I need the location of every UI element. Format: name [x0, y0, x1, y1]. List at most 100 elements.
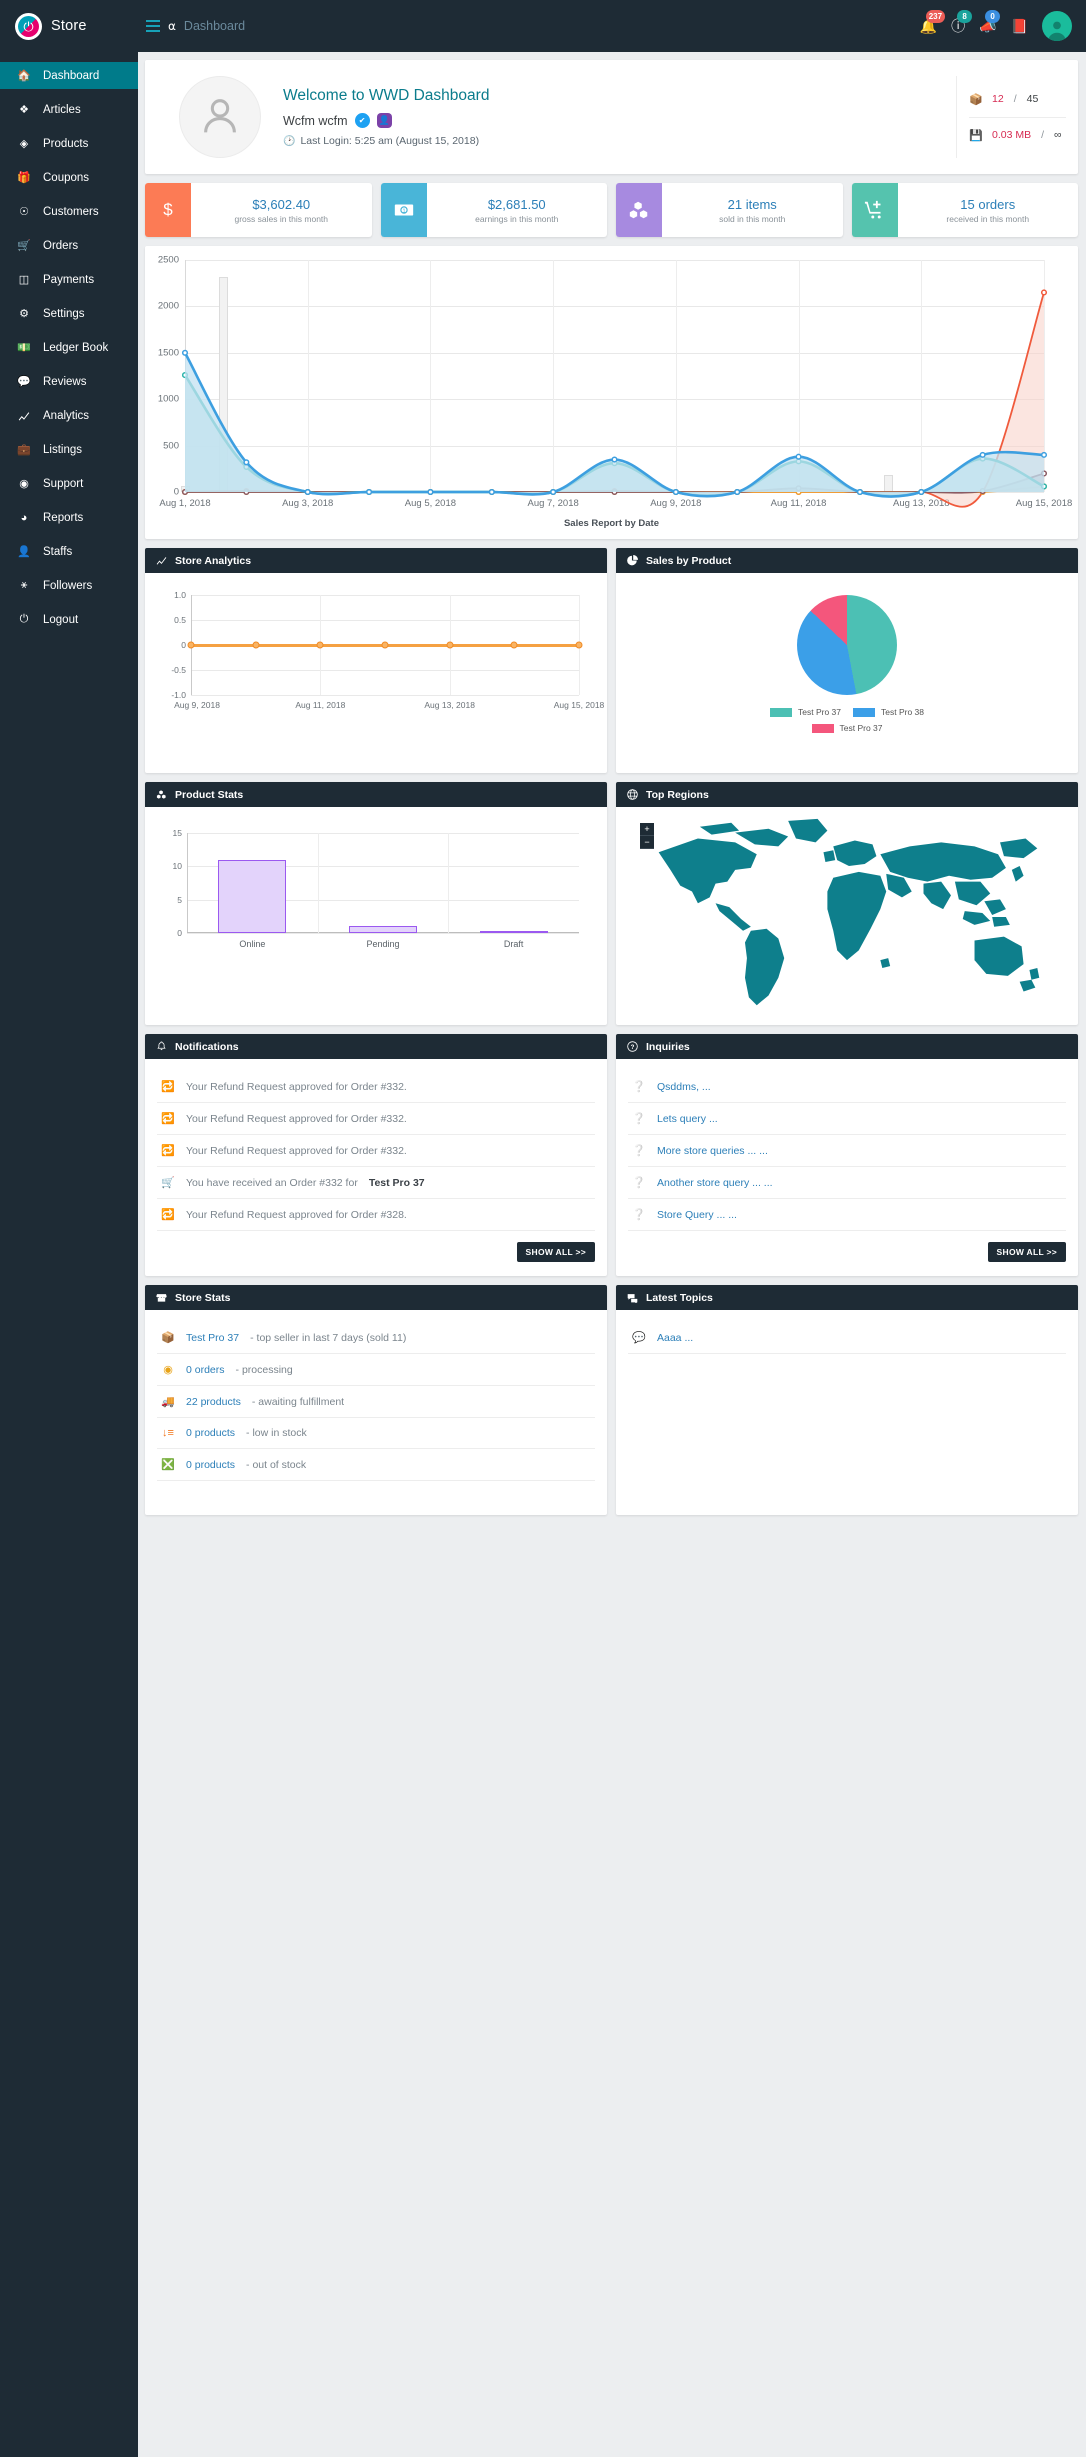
sidebar-label: Ledger Book: [43, 341, 109, 354]
refund-icon: 🔁: [161, 1145, 175, 1157]
sidebar-item-logout[interactable]: ⏻ Logout: [0, 606, 138, 633]
stat-link[interactable]: 22 products: [186, 1396, 241, 1408]
notification-text: You have received an Order #332 for: [186, 1176, 358, 1189]
sidebar-label: Listings: [43, 443, 82, 456]
stat-value: 15 orders: [960, 196, 1016, 212]
sidebar-item-support[interactable]: ◉ Support: [0, 470, 138, 497]
x-axis-tick: Online: [239, 939, 266, 949]
map-zoom-out-button[interactable]: −: [640, 836, 654, 849]
list-item[interactable]: ❎ 0 products - out of stock: [157, 1449, 595, 1481]
notifications-show-all-button[interactable]: SHOW ALL >>: [516, 1242, 595, 1262]
list-item[interactable]: ❔ Qsddms, ...: [628, 1071, 1066, 1103]
sales-report-chart[interactable]: 0 500 1000 1500 2000 2500 Aug 1, 2018 Aug 3, 20…: [158, 255, 1072, 510]
notification-product: Test Pro 37: [368, 1176, 425, 1189]
sidebar-item-payments[interactable]: ◫ Payments: [0, 266, 138, 293]
list-item[interactable]: ↓≡ 0 products - low in stock: [157, 1418, 595, 1449]
sidebar-label: Coupons: [43, 171, 90, 184]
sidebar-item-ledger-book[interactable]: 💵 Ledger Book: [0, 334, 138, 361]
panel-title: Sales by Product: [646, 554, 732, 567]
y-axis-tick: -1.0: [171, 690, 186, 700]
sidebar-item-products[interactable]: ◈ Products: [0, 130, 138, 157]
sales-by-product-pie[interactable]: [797, 595, 897, 695]
stat-card-earnings[interactable]: 1 $2,681.50 earnings in this month: [380, 183, 607, 237]
inquiry-link[interactable]: Qsddms, ...: [657, 1081, 711, 1093]
x-axis-tick: Aug 5, 2018: [404, 498, 457, 509]
inquiry-link[interactable]: Another store query ... ...: [657, 1177, 773, 1189]
stat-card-gross-sales[interactable]: $ $3,602.40 gross sales in this month: [145, 183, 372, 237]
list-item[interactable]: ❔ Another store query ... ...: [628, 1167, 1066, 1199]
inquiry-link[interactable]: More store queries ... ...: [657, 1145, 768, 1157]
dollar-icon: $: [145, 183, 191, 237]
list-item[interactable]: 🔁 Your Refund Request approved for Order …: [157, 1103, 595, 1135]
inquiries-show-all-button[interactable]: SHOW ALL >>: [987, 1242, 1066, 1262]
sidebar-item-orders[interactable]: 🛒 Orders: [0, 232, 138, 259]
sidebar-item-reviews[interactable]: 💬 Reviews: [0, 368, 138, 395]
topic-link[interactable]: Aaaa ...: [657, 1332, 693, 1344]
x-axis-tick: Draft: [503, 939, 524, 949]
y-axis-tick: 0: [177, 928, 182, 938]
map-zoom-in-button[interactable]: +: [640, 823, 654, 836]
stat-link[interactable]: 0 products: [186, 1459, 235, 1471]
bell-icon[interactable]: 🔔 237: [920, 10, 946, 33]
comments-icon: 💬: [17, 376, 31, 388]
inquiry-link[interactable]: Store Query ... ...: [657, 1209, 737, 1221]
user-avatar[interactable]: [1042, 11, 1072, 41]
sidebar-item-staffs[interactable]: 👤 Staffs: [0, 538, 138, 565]
sidebar-item-analytics[interactable]: Analytics: [0, 402, 138, 429]
stat-link[interactable]: Test Pro 37: [186, 1332, 239, 1344]
list-item[interactable]: ◉ 0 orders - processing: [157, 1354, 595, 1386]
sidebar-item-listings[interactable]: 💼 Listings: [0, 436, 138, 463]
list-item[interactable]: 🚚 22 products - awaiting fulfillment: [157, 1386, 595, 1418]
sidebar-item-dashboard[interactable]: 🏠 Dashboard: [0, 62, 138, 89]
refund-icon: 🔁: [161, 1209, 175, 1221]
world-map[interactable]: [622, 813, 1072, 1019]
stat-card-items-sold[interactable]: 21 items sold in this month: [616, 183, 843, 237]
megaphone-icon[interactable]: 📣 0: [979, 10, 1001, 33]
legend-swatch: [770, 707, 792, 717]
sort-icon: ↓≡: [162, 1427, 174, 1439]
store-analytics-chart[interactable]: 1.0 0.5 0 -0.5 -1.0 Aug 9, 2018 Aug 11, 2018 Au…: [171, 590, 604, 710]
chart-bar[interactable]: [349, 926, 417, 933]
list-item[interactable]: ❔ Lets query ...: [628, 1103, 1066, 1135]
stat-text: - processing: [235, 1363, 293, 1376]
product-stats-chart[interactable]: 15 10 5 0 Online Pending Draft: [173, 828, 579, 949]
inquiry-link[interactable]: Lets query ...: [657, 1113, 718, 1125]
money-bill-icon: 1: [380, 183, 427, 237]
sidebar-item-articles[interactable]: ❖ Articles: [0, 96, 138, 123]
legend-item[interactable]: Test Pro 37: [770, 707, 841, 717]
stat-body: 21 items sold in this month: [662, 183, 843, 237]
list-item[interactable]: 🔁 Your Refund Request approved for Order …: [157, 1135, 595, 1167]
chart-bar[interactable]: [479, 931, 548, 933]
line-chart-icon: [156, 557, 167, 565]
panel-body: 📦 Test Pro 37 - top seller in last 7 days…: [145, 1310, 607, 1515]
list-item[interactable]: ❔ More store queries ... ...: [628, 1135, 1066, 1167]
legend-item[interactable]: Test Pro 38: [853, 707, 924, 717]
list-item[interactable]: ❔ Store Query ... ...: [628, 1199, 1066, 1231]
list-item[interactable]: 🛒 You have received an Order #332 for Tes…: [157, 1167, 595, 1199]
hamburger-icon[interactable]: [146, 20, 160, 32]
breadcrumb-label[interactable]: Dashboard: [184, 19, 245, 33]
sidebar-item-followers[interactable]: ⚹ Followers: [0, 572, 138, 599]
chart-bar[interactable]: [218, 859, 287, 933]
legend-swatch: [811, 723, 834, 733]
y-axis-tick: 0: [181, 640, 186, 650]
sidebar-item-settings[interactable]: ⚙ Settings: [0, 300, 138, 327]
sidebar-item-customers[interactable]: ☉ Customers: [0, 198, 138, 225]
list-item[interactable]: 🔁 Your Refund Request approved for Order …: [157, 1071, 595, 1103]
notification-text: Your Refund Request approved for Order #…: [186, 1112, 407, 1125]
sidebar-label: Reviews: [43, 375, 87, 388]
list-item[interactable]: 🔁 Your Refund Request approved for Order …: [157, 1199, 595, 1231]
stat-link[interactable]: 0 products: [186, 1427, 235, 1439]
list-item[interactable]: 📦 Test Pro 37 - top seller in last 7 days…: [157, 1322, 595, 1354]
sidebar-item-coupons[interactable]: 🎁 Coupons: [0, 164, 138, 191]
stat-link[interactable]: 0 orders: [186, 1364, 225, 1376]
sidebar-item-reports[interactable]: ◕ Reports: [0, 504, 138, 531]
book-icon[interactable]: 📕: [1011, 19, 1028, 33]
list-item[interactable]: 💬 Aaaa ...: [628, 1322, 1066, 1354]
question-icon[interactable]: ⓘ 8: [951, 10, 973, 33]
y-axis-tick: 5: [177, 894, 182, 905]
y-axis-tick: 1000: [157, 393, 179, 405]
brand[interactable]: Store: [0, 0, 138, 52]
legend-item[interactable]: Test Pro 37: [811, 723, 883, 733]
stat-card-orders-received[interactable]: 15 orders received in this month: [851, 183, 1078, 237]
